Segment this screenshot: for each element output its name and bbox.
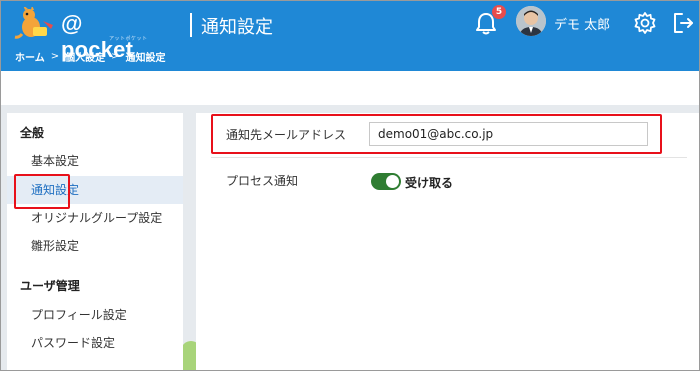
app-logo[interactable]: @ pocket アットポケット [13,7,153,62]
sidebar-item-profile-settings[interactable]: プロフィール設定 [7,301,183,329]
highlight-box-sidebar [14,174,70,209]
field-divider [211,157,687,158]
logo-subtext: アットポケット [109,36,148,42]
breadcrumb-home[interactable]: ホーム [15,49,45,64]
process-notification-toggle[interactable] [371,173,401,190]
breadcrumb-current: 通知設定 [125,53,166,64]
gear-icon[interactable] [633,11,657,35]
app-header: @ pocket アットポケット 通知設定 ホーム > 個人設定 > 通知設定 … [1,1,699,71]
breadcrumb-separator: > [50,51,60,62]
sidebar-item-basic-settings[interactable]: 基本設定 [7,147,183,175]
breadcrumb: ホーム > 個人設定 > 通知設定 [15,49,165,64]
user-name[interactable]: デモ 太郎 [554,14,610,33]
process-notification-label: プロセス通知 [226,174,299,188]
kangaroo-icon [14,7,53,39]
breadcrumb-separator: > [111,51,120,62]
sidebar-heading-general: 全般 [20,126,45,140]
breadcrumb-personal-settings[interactable]: 個人設定 [65,49,105,64]
user-photo-icon [516,6,546,36]
notification-badge: 5 [492,5,506,19]
title-divider [190,13,192,37]
page-title: 通知設定 [201,17,273,38]
app-frame: @ pocket アットポケット 通知設定 ホーム > 個人設定 > 通知設定 … [0,0,700,371]
logout-icon[interactable] [672,11,694,35]
highlight-box-email [211,114,662,154]
sidebar-item-template-settings[interactable]: 雛形設定 [7,232,183,260]
sidebar-item-password-settings[interactable]: パスワード設定 [7,329,183,357]
toggle-knob [386,175,399,188]
toggle-label: 受け取る [405,176,454,190]
sidebar-heading-user-management: ユーザ管理 [20,279,80,293]
avatar[interactable] [516,6,546,36]
